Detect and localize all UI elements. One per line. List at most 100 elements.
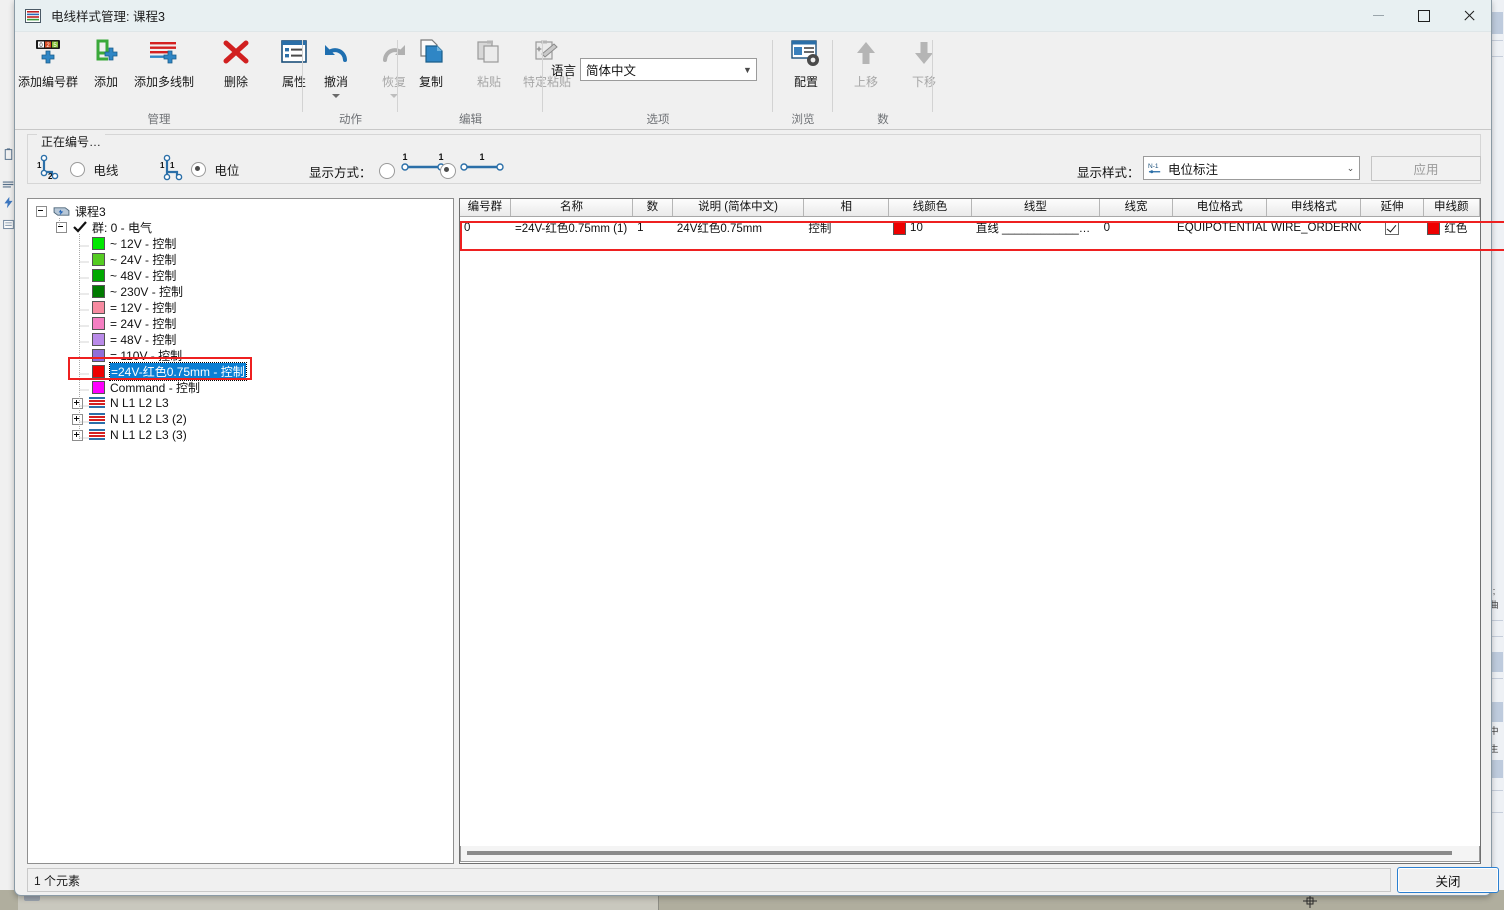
grid-horizontal-scrollbar[interactable] [460,846,1480,862]
extend-checkbox[interactable] [1385,221,1400,235]
grid-column-header[interactable]: 延伸 [1361,199,1424,216]
display-mode-radio-b[interactable] [440,163,456,179]
color-swatch [92,364,105,378]
tree-item[interactable]: ~ 24V - 控制 [36,251,453,267]
tree-bundle-list: N L1 L2 L3 N L1 L2 L3 (2) N L1 L2 L3 (3) [36,395,453,443]
project-icon [53,206,70,216]
ribbon-group-browse: 配置 浏览 [773,32,833,129]
wire-style-tree[interactable]: 课程3 群: 0 - 电气 ~ 12V - 控制 ~ 24V - 控制 ~ 48V … [27,198,454,864]
ribbon-button-add-number-group[interactable]: 0 2 5 添加编号群 [18,36,78,90]
cell-name: =24V-红色0.75mm (1) [515,223,628,235]
ribbon-button-copy[interactable]: 复制 [402,36,460,90]
display-style-value: 电位标注 [1168,162,1219,177]
radio-potential-mode[interactable]: 电位 [191,160,239,179]
tree-leaf-list: ~ 12V - 控制 ~ 24V - 控制 ~ 48V - 控制 ~ 230V - 控… [36,235,453,395]
tree-item[interactable]: = 110V - 控制 [36,347,453,363]
svg-text:1: 1 [402,152,407,162]
grid-column-header[interactable]: 数 [633,199,673,216]
ribbon-label: 复制 [418,75,443,89]
undo-dropdown-caret[interactable] [332,94,340,98]
tree-bundle-item[interactable]: N L1 L2 L3 [36,395,453,411]
language-combobox[interactable]: 简体中文 ▼ [580,58,758,81]
cell-description: 24V红色0.75mm [676,223,762,235]
window-controls [1356,0,1491,31]
wire-style-icon [25,8,41,23]
wire-mode-radio[interactable] [70,162,85,177]
tree-bundle-item[interactable]: N L1 L2 L3 (3) [36,427,453,443]
status-bar: 1 个元素 [27,868,1391,892]
language-value: 简体中文 [586,64,637,78]
display-style-combobox[interactable]: N-1 电位标注 ⌄ [1143,156,1360,180]
tree-expander-root[interactable] [36,205,47,217]
tree-item[interactable]: = 24V - 控制 [36,315,453,331]
close-button[interactable]: 关闭 [1397,867,1499,893]
tree-expander[interactable] [72,413,83,425]
grid-column-header[interactable]: 电位格式 [1173,199,1268,216]
tree-item[interactable]: Command - 控制 [36,379,453,395]
ribbon-group-label: 动作 [339,114,362,126]
tree-bundle-item[interactable]: N L1 L2 L3 (2) [36,411,453,427]
check-icon[interactable] [73,221,87,233]
cell-wire-format: WIRE_ORDERNO [1271,222,1362,234]
tree-item[interactable]: = 12V - 控制 [36,299,453,315]
grid-column-header[interactable]: 编号群 [460,199,511,216]
grid-column-header[interactable]: 线型 [972,199,1100,216]
potential-mode-radio[interactable] [191,162,206,177]
ribbon-button-delete[interactable]: 删除 [207,36,265,90]
grid-column-header[interactable]: 线宽 [1100,199,1174,216]
ribbon-button-move-down: 下移 [895,36,953,90]
grid-scroll-thumb[interactable] [467,851,1452,855]
multiwire-icon [89,429,105,440]
ribbon-button-undo[interactable]: 撤消 [307,36,365,98]
grid-column-header[interactable]: 线颜色 [889,199,972,216]
numbering-caption: 正在编号… [37,133,106,150]
close-window-button[interactable] [1446,0,1491,31]
tree-item[interactable]: ~ 12V - 控制 [36,235,453,251]
tree-node-root[interactable]: 课程3 [36,203,453,219]
color-swatch [893,221,907,235]
grid-column-header[interactable]: 名称 [511,199,634,216]
tree-item-label: ~ 12V - 控制 [110,236,177,251]
grid-column-header[interactable]: 相 [804,199,890,216]
ribbon-button-configure[interactable]: 配置 [777,36,835,90]
maximize-button[interactable] [1401,0,1446,31]
svg-text:1: 1 [479,152,484,162]
wire-mode-label: 电线 [93,164,119,178]
grid-column-header[interactable]: 申线格式 [1267,199,1362,216]
tree-expander-group[interactable] [56,221,67,233]
display-mode-option-b-icon: 1 [460,152,504,171]
copy-icon [420,39,443,63]
minimize-button[interactable] [1356,0,1401,31]
grid-column-header[interactable]: 说明 (简体中文) [673,199,805,216]
tree-item-label: = 110V - 控制 [110,348,183,363]
tree-item[interactable]: ~ 230V - 控制 [36,283,453,299]
ribbon-label: 添加 [93,75,118,89]
tree-item-label: ~ 230V - 控制 [110,284,184,299]
tree-node-group[interactable]: 群: 0 - 电气 [36,219,453,235]
cell-wire-color: 10 [889,221,972,235]
add-icon [96,39,118,61]
tree-expander[interactable] [72,397,83,409]
ribbon-button-add[interactable]: 添加 [77,36,135,90]
tree-item[interactable]: =24V-红色0.75mm - 控制 [36,361,453,381]
apply-button[interactable]: 应用 [1371,156,1481,181]
tree-item[interactable]: = 48V - 控制 [36,331,453,347]
grid-column-header[interactable]: 申线颜 [1424,199,1480,216]
tree-item-label: ~ 48V - 控制 [110,268,177,283]
display-mode-radio-a[interactable] [379,163,395,179]
potential-label-icon: N-1 [1148,163,1161,174]
svg-text:1: 1 [160,161,165,170]
table-row[interactable]: 0 =24V-红色0.75mm (1) 1 24V红色0.75mm 控制 10 直线 ___… [460,217,1480,239]
radio-wire-mode[interactable]: 电线 [70,160,118,179]
ribbon-group-label: 浏览 [791,114,815,126]
wire-style-grid[interactable]: 编号群 名称数说明 (简体中文) 相线颜色 线型 线宽 电位格式 申线格式 延伸 申线颜 0 =2… [459,198,1481,864]
cell-line-width: 0 [1103,222,1110,234]
tree-item[interactable]: ~ 48V - 控制 [36,267,453,283]
tree-expander[interactable] [72,429,83,441]
color-swatch [92,236,105,250]
ribbon-group-label: 编辑 [459,114,482,126]
add-number-group-icon: 0 2 5 [36,40,60,64]
ribbon-button-add-multiline[interactable]: 添加多线制 [134,36,194,90]
cell-count: 1 [637,222,644,234]
ribbon-button-move-up: 上移 [837,36,895,90]
